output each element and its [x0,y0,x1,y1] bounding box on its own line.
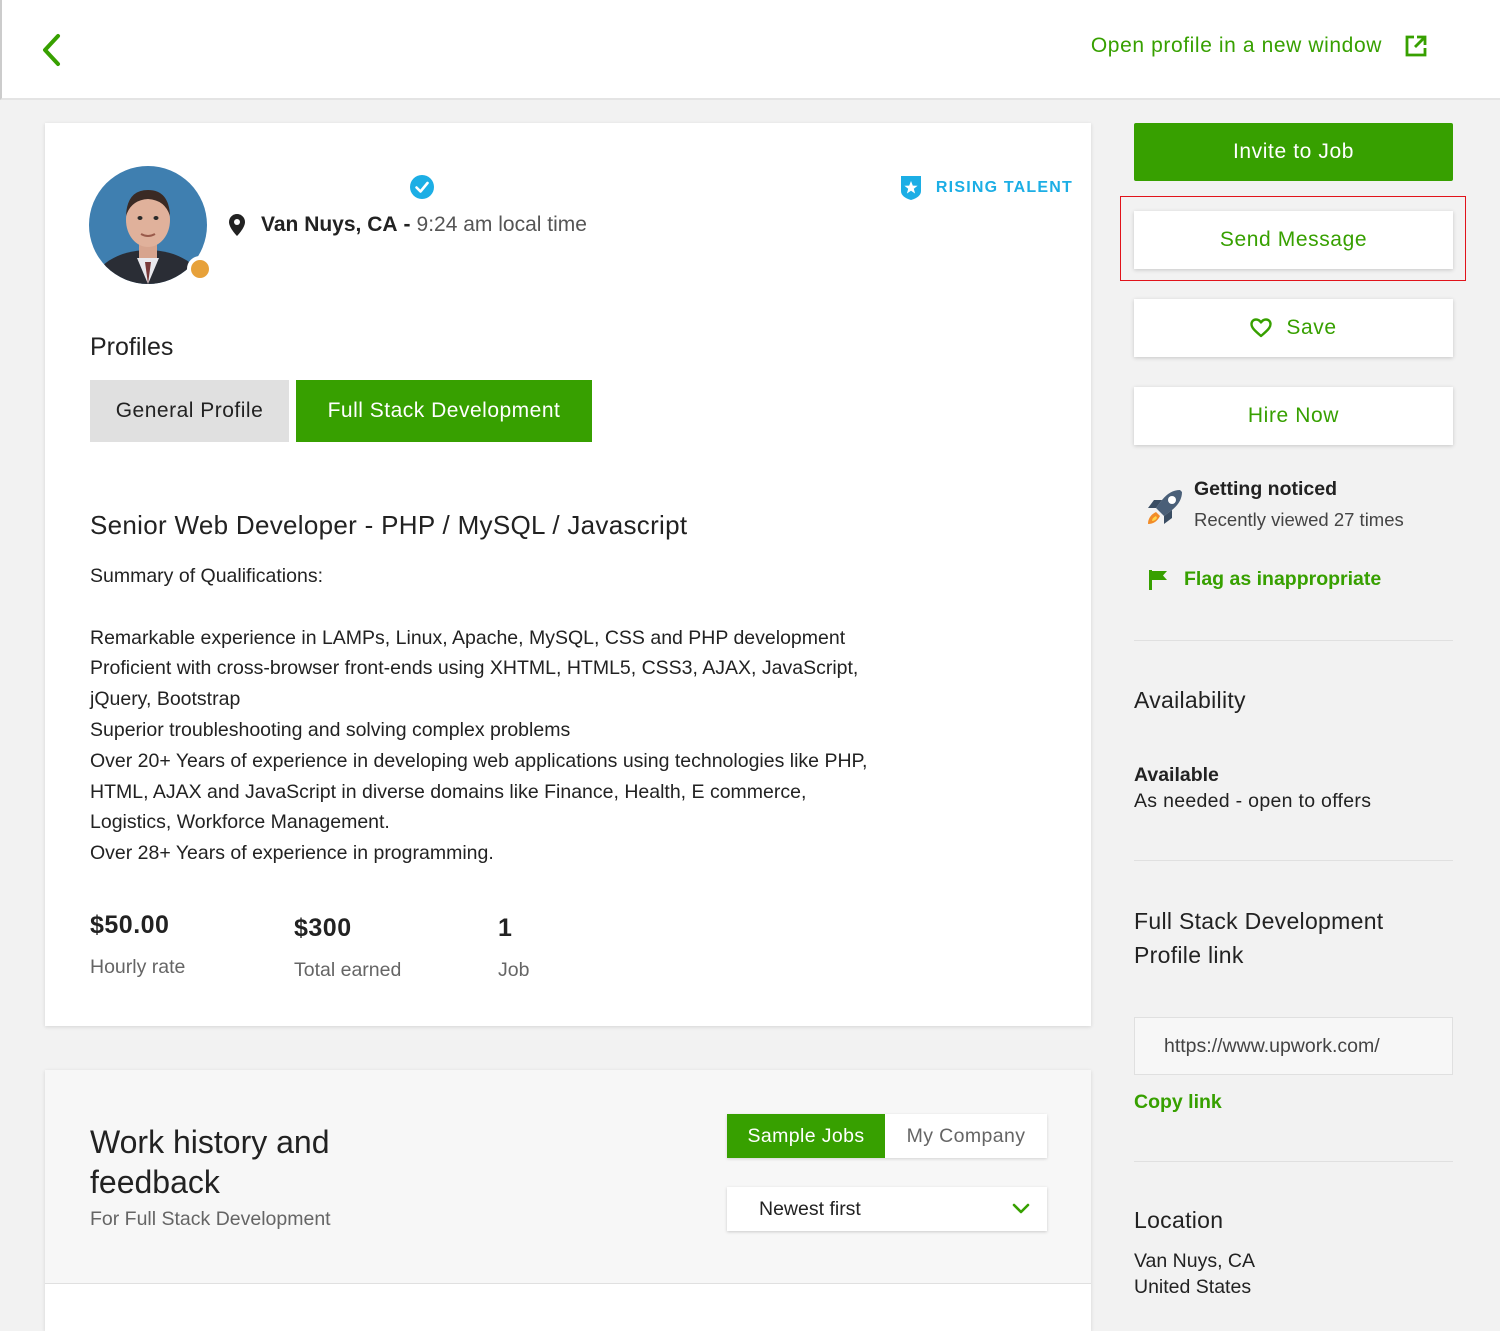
availability-detail: As needed - open to offers [1134,790,1372,812]
total-earned-value: $300 [294,914,352,942]
location-city: Van Nuys, CA [261,213,398,236]
summary-line: Over 20+ Years of experience in developi… [90,749,868,772]
save-label: Save [1286,316,1337,339]
profiles-heading: Profiles [90,333,174,361]
stat-jobs: 1 Job [498,914,529,982]
open-profile-new-window-link[interactable]: Open profile in a new window [1091,34,1428,58]
sidebar-divider [1134,1161,1453,1162]
tab-general-profile[interactable]: General Profile [90,380,289,442]
heart-icon [1250,318,1273,338]
external-link-icon [1405,35,1427,57]
location-separator: - [403,213,411,236]
getting-noticed-title: Getting noticed [1194,478,1337,500]
total-earned-label: Total earned [294,959,402,981]
summary-line: HTML, AJAX and JavaScript in diverse dom… [90,780,807,803]
flag-inappropriate-link[interactable]: Flag as inappropriate [1148,568,1381,591]
sort-value: Newest first [759,1197,861,1220]
stat-total-earned: $300 Total earned [294,914,401,982]
hourly-rate-value: $50.00 [90,911,170,939]
work-history-divider [45,1283,1091,1331]
getting-noticed: Getting noticed Recently viewed 27 times [1134,478,1404,531]
jobs-label: Job [498,959,530,981]
toggle-sample-jobs[interactable]: Sample Jobs [727,1114,885,1158]
send-message-button[interactable]: Send Message [1134,211,1453,269]
location-line: Van Nuys, CA - 9:24 am local time [229,213,587,237]
back-button[interactable] [36,30,70,70]
avatar[interactable] [89,166,213,284]
summary-heading: Summary of Qualifications: [90,565,324,587]
flag-icon [1149,569,1167,590]
stat-hourly-rate: $50.00 Hourly rate [90,911,185,979]
toggle-my-company[interactable]: My Company [885,1114,1047,1158]
top-bar: Open profile in a new window [0,0,1500,100]
rocket-icon [1148,490,1182,524]
tab-full-stack-development[interactable]: Full Stack Development [296,380,592,442]
summary-line: Logistics, Workforce Management. [90,811,390,834]
availability-heading: Availability [1134,687,1246,713]
verified-badge-icon [410,175,434,199]
summary-line: Proficient with cross-browser front-ends… [90,657,859,680]
profile-link-heading: Full Stack Development Profile link [1134,908,1384,968]
profile-link-field[interactable]: https://www.upwork.com/ [1134,1017,1453,1075]
map-pin-icon [229,214,245,236]
work-history-subtitle: For Full Stack Development [90,1208,331,1230]
sidebar-divider [1134,860,1453,861]
getting-noticed-text: Recently viewed 27 times [1194,509,1404,530]
profile-tabs: General Profile Full Stack Development [90,380,592,442]
location-city-value: Van Nuys, CA [1134,1250,1256,1272]
rising-talent-label: RISING TALENT [935,179,1073,196]
chevron-down-icon [1012,1203,1030,1214]
flag-label: Flag as inappropriate [1184,568,1382,590]
profile-title: Senior Web Developer - PHP / MySQL / Jav… [90,510,688,540]
sort-dropdown[interactable]: Newest first [727,1187,1047,1231]
profile-card: RISING TALENT Van Nuys, CA - 9:24 am loc… [45,123,1091,1026]
invite-to-job-button[interactable]: Invite to Job [1134,123,1453,181]
save-button[interactable]: Save [1134,299,1453,357]
summary-line: Remarkable experience in LAMPs, Linux, A… [90,626,846,649]
local-time: 9:24 am local time [416,213,587,236]
location-heading: Location [1134,1207,1224,1233]
work-history-card: Work history and feedback For Full Stack… [45,1070,1091,1331]
summary-line: Superior troubleshooting and solving com… [90,718,571,741]
rising-talent-badge: RISING TALENT [900,175,1073,201]
open-profile-label: Open profile in a new window [1090,34,1382,57]
sidebar-divider [1134,640,1453,641]
summary-line: jQuery, Bootstrap [90,688,241,711]
work-history-title: Work history and feedback [90,1124,330,1200]
summary-line: Over 28+ Years of experience in programm… [90,842,494,865]
status-indicator [187,256,213,282]
copy-link-button[interactable]: Copy link [1134,1091,1222,1114]
location-country-value: United States [1134,1276,1252,1298]
availability-status: Available [1134,764,1219,786]
profile-summary: Summary of Qualifications: Remarkable ex… [90,561,1030,869]
hire-now-button[interactable]: Hire Now [1134,387,1453,445]
work-history-toggle: Sample Jobs My Company [727,1114,1047,1158]
hourly-rate-label: Hourly rate [90,956,186,978]
shield-star-icon [900,176,921,200]
chevron-left-icon [43,34,60,66]
jobs-value: 1 [498,914,513,942]
location-details: Van Nuys, CA United States [1134,1248,1255,1300]
